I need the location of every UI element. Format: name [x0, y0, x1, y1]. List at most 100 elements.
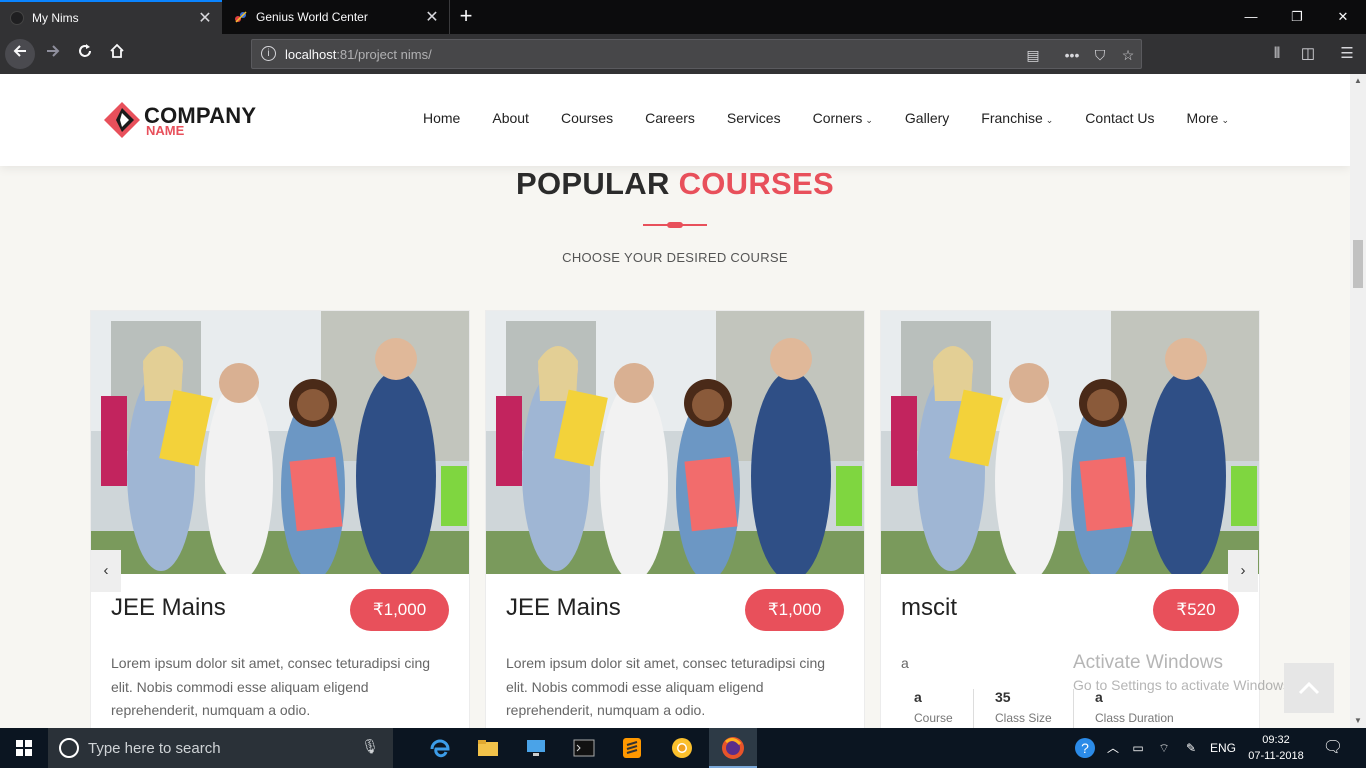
battery-icon[interactable]: ▭ [1127, 728, 1149, 768]
activate-windows-watermark: Activate Windows Go to Settings to activ… [1073, 652, 1294, 693]
menu-item-about[interactable]: About [476, 110, 545, 126]
clock-time: 09:32 [1262, 734, 1290, 746]
chevron-up-icon [1298, 681, 1320, 695]
close-tab-icon[interactable]: ✕ [194, 8, 216, 28]
company-logo[interactable]: COMPANY NAME [104, 100, 284, 142]
logo-mark-icon [104, 102, 140, 138]
notification-icon[interactable]: 🗨 [1318, 728, 1348, 768]
windows-taskbar: Type here to search 🎙 ? ︿ ▭ ⌔ ✎ ENG 09:3… [0, 728, 1366, 768]
carousel-prev-button[interactable]: ‹ [91, 550, 121, 592]
tab-title: My Nims [32, 11, 79, 25]
site-header: COMPANY NAME Home About Courses Careers … [0, 74, 1350, 166]
new-tab-button[interactable]: + [452, 0, 480, 34]
globe-icon [10, 11, 24, 25]
scroll-down-arrow-icon[interactable]: ▼ [1350, 714, 1366, 728]
tab-genius-world-center[interactable]: Genius World Center ✕ [224, 0, 450, 34]
edge-icon[interactable] [416, 728, 464, 768]
pen-icon[interactable]: ✎ [1179, 728, 1203, 768]
course-image [881, 311, 1259, 574]
menu-item-courses[interactable]: Courses [545, 110, 629, 126]
course-image [486, 311, 864, 574]
stat-value: 35 [995, 689, 1011, 705]
page-actions-icon[interactable]: ••• [1061, 45, 1083, 65]
reader-view-icon[interactable]: ▤ [1022, 45, 1044, 65]
stat-value: a [914, 689, 922, 705]
home-icon[interactable] [102, 39, 132, 69]
course-card[interactable]: JEE Mains ₹1,000 Lorem ipsum dolor sit a… [485, 310, 865, 728]
stat-divider [973, 689, 974, 728]
firefox-icon[interactable] [709, 728, 757, 768]
help-icon[interactable]: ? [1073, 728, 1097, 768]
course-card[interactable]: JEE Mains ₹1,000 Lorem ipsum dolor sit a… [90, 310, 470, 728]
forward-arrow-icon[interactable] [38, 39, 68, 69]
chevron-up-icon[interactable]: ︿ [1103, 728, 1123, 768]
scrollbar-thumb[interactable] [1353, 240, 1363, 288]
page-viewport: COMPANY NAME Home About Courses Careers … [0, 74, 1350, 728]
menu-label: More [1186, 110, 1219, 126]
reload-icon[interactable] [70, 39, 100, 69]
language-indicator[interactable]: ENG [1207, 728, 1239, 768]
stat-label: Course [914, 711, 953, 725]
section-title: POPULAR COURSES [0, 166, 1350, 202]
address-bar[interactable]: i localhost:81/project nims/ ▤ ••• ⛉ ☆ [251, 39, 1142, 69]
stat-divider [1073, 689, 1074, 728]
menu-label: Careers [645, 110, 695, 126]
file-explorer-icon[interactable] [464, 728, 512, 768]
price-badge: ₹1,000 [350, 589, 449, 631]
chrome-icon[interactable] [658, 728, 706, 768]
main-menu: Home About Courses Careers Services Corn… [407, 110, 1245, 126]
menu-icon[interactable]: ☰ [1336, 43, 1358, 65]
course-title[interactable]: JEE Mains [111, 594, 226, 622]
wifi-icon[interactable]: ⌔ [1153, 728, 1175, 768]
menu-item-more[interactable]: More ⌄ [1171, 110, 1245, 126]
stat-label: Class Duration [1095, 711, 1174, 725]
title-divider [643, 222, 707, 228]
scroll-up-arrow-icon[interactable]: ▲ [1350, 74, 1366, 88]
pocket-icon[interactable]: ⛉ [1089, 45, 1111, 65]
info-icon[interactable]: i [261, 46, 276, 61]
stat-label: Class Size [995, 711, 1052, 725]
course-description: Lorem ipsum dolor sit amet, consec tetur… [111, 655, 431, 718]
tab-title: Genius World Center [256, 10, 368, 24]
close-tab-icon[interactable]: ✕ [421, 7, 443, 27]
menu-label: Franchise [981, 110, 1043, 126]
course-title[interactable]: mscit [901, 594, 957, 622]
url-host: localhost [285, 47, 337, 62]
menu-item-corners[interactable]: Corners ⌄ [797, 110, 889, 126]
stat-class-size: 35 Class Size [995, 689, 1052, 728]
tab-my-nims[interactable]: My Nims ✕ [0, 0, 222, 34]
maximize-button[interactable]: ❐ [1274, 0, 1320, 34]
menu-item-gallery[interactable]: Gallery [889, 110, 965, 126]
browser-toolbar: i localhost:81/project nims/ ▤ ••• ⛉ ☆ ⫴… [0, 34, 1366, 74]
back-arrow-icon[interactable] [5, 39, 35, 69]
close-window-button[interactable]: ✕ [1320, 0, 1366, 34]
terminal-icon[interactable] [560, 728, 608, 768]
scroll-to-top-button[interactable] [1284, 663, 1334, 713]
course-title[interactable]: JEE Mains [506, 594, 621, 622]
menu-item-franchise[interactable]: Franchise ⌄ [965, 110, 1069, 126]
remote-desktop-icon[interactable] [512, 728, 560, 768]
url-text[interactable]: localhost:81/project nims/ [285, 47, 432, 62]
microphone-icon[interactable]: 🎙 [361, 738, 379, 755]
page-scrollbar[interactable]: ▲ ▼ [1350, 74, 1366, 728]
carousel-next-button[interactable]: › [1228, 550, 1258, 592]
minimize-button[interactable]: — [1228, 0, 1274, 34]
menu-item-contact-us[interactable]: Contact Us [1069, 110, 1170, 126]
sublime-icon[interactable] [608, 728, 656, 768]
favicon-icon [234, 10, 248, 24]
watermark-line2: Go to Settings to activate Windows. [1073, 677, 1294, 693]
menu-item-careers[interactable]: Careers [629, 110, 711, 126]
watermark-line1: Activate Windows [1073, 652, 1223, 673]
sidebar-icon[interactable]: ◫ [1297, 43, 1319, 65]
menu-label: Home [423, 110, 461, 126]
system-clock[interactable]: 09:32 07-11-2018 [1243, 732, 1309, 764]
menu-item-services[interactable]: Services [711, 110, 797, 126]
course-image [91, 311, 469, 574]
windows-start-icon[interactable] [0, 728, 48, 768]
menu-item-home[interactable]: Home [407, 110, 476, 126]
taskbar-search-box[interactable]: Type here to search 🎙 [48, 728, 393, 768]
library-icon[interactable]: ⫴ [1266, 43, 1288, 65]
chevron-down-icon: ⌄ [1045, 115, 1054, 125]
bookmark-star-icon[interactable]: ☆ [1117, 45, 1139, 65]
course-description: Lorem ipsum dolor sit amet, consec tetur… [506, 655, 826, 718]
